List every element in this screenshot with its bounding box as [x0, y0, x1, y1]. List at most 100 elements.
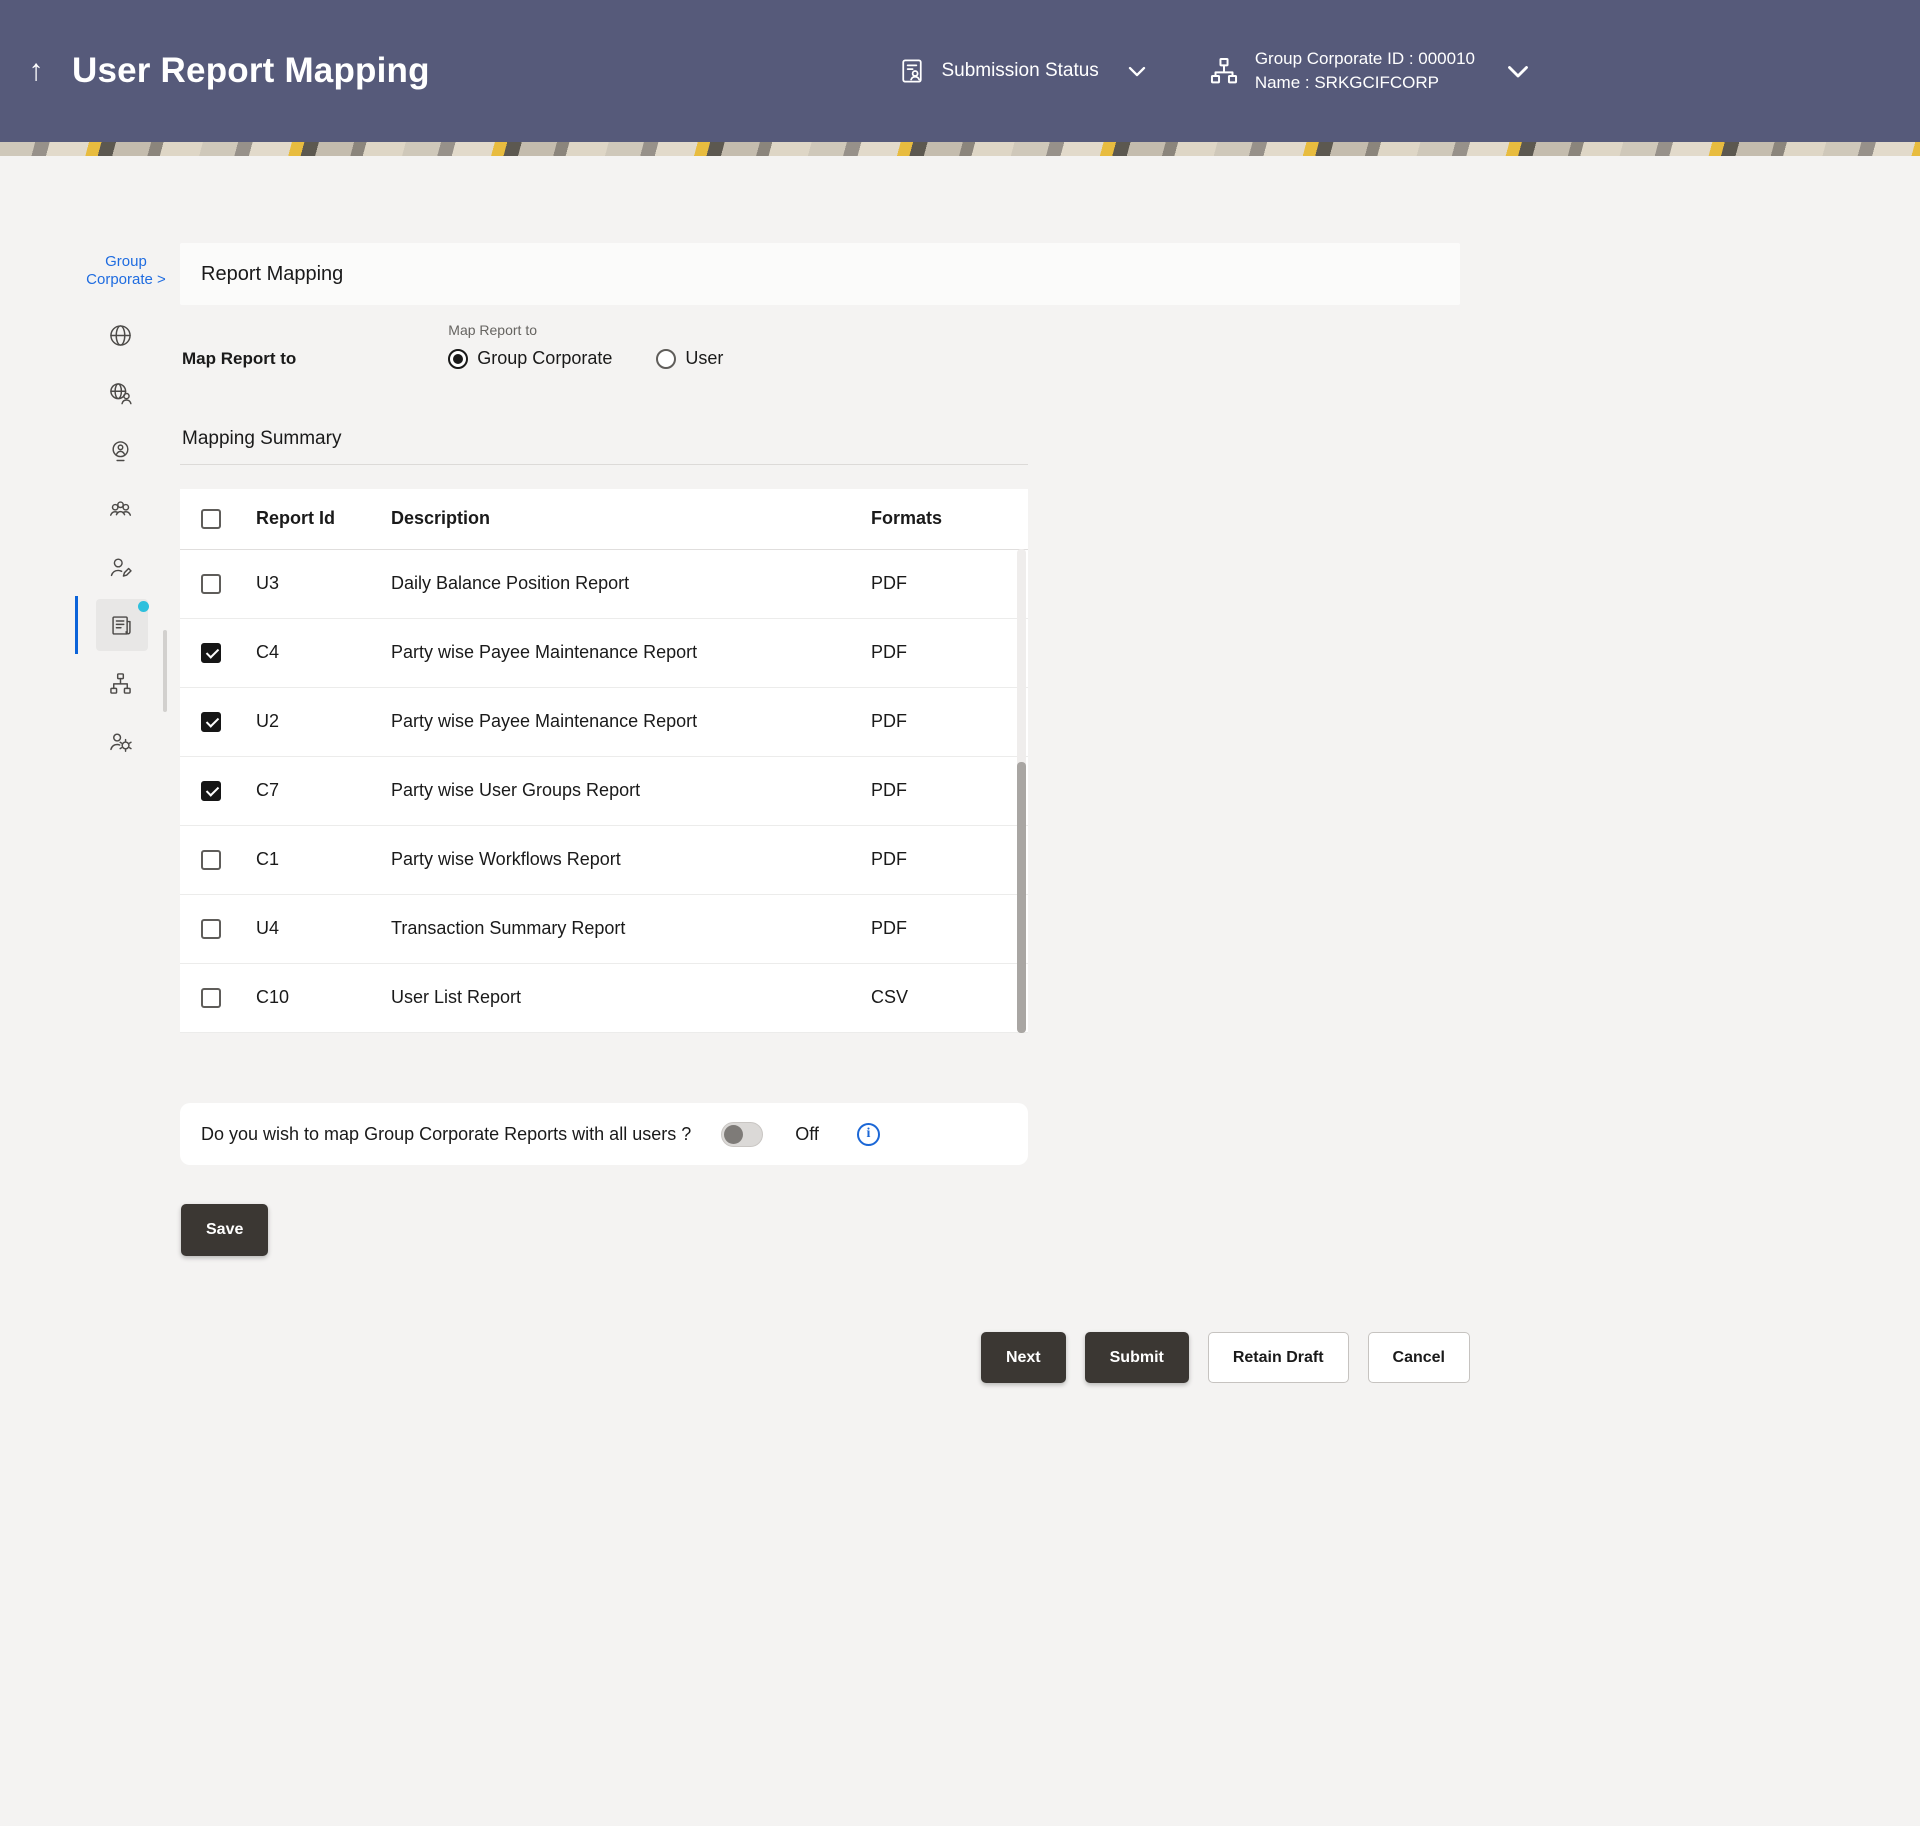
row-report-id: C7 — [256, 756, 391, 825]
map-report-radio-user[interactable] — [656, 349, 676, 369]
globe-icon — [94, 309, 146, 361]
submission-status-label: Submission Status — [941, 60, 1098, 82]
submit-button[interactable]: Submit — [1085, 1332, 1189, 1383]
select-all-checkbox[interactable] — [201, 509, 221, 529]
map-all-users-toggle[interactable] — [721, 1122, 763, 1147]
table-row: U3 Daily Balance Position Report PDF — [180, 549, 1028, 618]
map-all-users-question: Do you wish to map Group Corporate Repor… — [201, 1124, 691, 1145]
sidebar-scrollbar[interactable] — [163, 630, 167, 712]
row-format: PDF — [871, 894, 1028, 963]
row-checkbox[interactable] — [201, 643, 221, 663]
row-report-id: U4 — [256, 894, 391, 963]
table-row: C4 Party wise Payee Maintenance Report P… — [180, 618, 1028, 687]
breadcrumb[interactable]: Group Corporate > — [78, 253, 174, 289]
row-report-id: U2 — [256, 687, 391, 756]
row-format: CSV — [871, 963, 1028, 1032]
decorative-banner — [0, 142, 1920, 156]
radio-option-user[interactable]: User — [656, 348, 723, 369]
mapping-summary-table-container: Report Id Description Formats U3 Daily B… — [180, 489, 1028, 1033]
info-icon[interactable]: i — [857, 1123, 880, 1146]
group-corporate-menu[interactable]: Group Corporate ID : 000010 Name : SRKGC… — [1207, 47, 1535, 95]
row-description: User List Report — [391, 963, 871, 1032]
footer-actions: Next Submit Retain Draft Cancel — [180, 1332, 1470, 1383]
chevron-down-icon — [1123, 57, 1151, 85]
page-title: User Report Mapping — [72, 51, 430, 91]
sidebar-item-user-details[interactable] — [75, 422, 165, 480]
next-button[interactable]: Next — [981, 1332, 1066, 1383]
map-report-to-section: Map Report to Map Report to Group Corpor… — [182, 322, 1030, 369]
back-arrow-icon[interactable]: ↑ — [18, 54, 54, 88]
panel-title: Report Mapping — [201, 263, 343, 286]
submission-status-icon — [897, 56, 927, 86]
retain-draft-button[interactable]: Retain Draft — [1208, 1332, 1349, 1383]
radio-group-label: Map Report to — [448, 322, 723, 338]
row-description: Party wise Payee Maintenance Report — [391, 687, 871, 756]
table-row: C10 User List Report CSV — [180, 963, 1028, 1032]
table-row: U2 Party wise Payee Maintenance Report P… — [180, 687, 1028, 756]
sidebar-item-global[interactable] — [75, 306, 165, 364]
row-report-id: C10 — [256, 963, 391, 1032]
row-format: PDF — [871, 549, 1028, 618]
chevron-down-icon — [1501, 54, 1535, 88]
row-report-id: C4 — [256, 618, 391, 687]
table-header-row: Report Id Description Formats — [180, 489, 1028, 549]
row-format: PDF — [871, 687, 1028, 756]
radio-label: User — [685, 348, 723, 369]
row-checkbox[interactable] — [201, 574, 221, 594]
row-format: PDF — [871, 756, 1028, 825]
app-header: ↑ User Report Mapping Submission Status — [0, 0, 1920, 142]
row-checkbox[interactable] — [201, 988, 221, 1008]
sidebar-item-user-groups[interactable] — [75, 480, 165, 538]
row-checkbox[interactable] — [201, 712, 221, 732]
mapping-summary-title: Mapping Summary — [180, 428, 1028, 465]
sidebar-item-group-admin[interactable] — [75, 712, 165, 770]
report-mapping-panel-header: Report Mapping — [180, 243, 1460, 305]
table-scrollbar-thumb[interactable] — [1017, 762, 1026, 1033]
cancel-button[interactable]: Cancel — [1368, 1332, 1470, 1383]
row-description: Transaction Summary Report — [391, 894, 871, 963]
group-corporate-id: Group Corporate ID : 000010 — [1255, 47, 1475, 71]
map-report-to-label: Map Report to — [182, 349, 296, 369]
sidebar-item-workflow[interactable] — [75, 654, 165, 712]
row-checkbox[interactable] — [201, 781, 221, 801]
sidebar-item-report-mapping[interactable] — [75, 596, 165, 654]
row-checkbox[interactable] — [201, 919, 221, 939]
table-row: C7 Party wise User Groups Report PDF — [180, 756, 1028, 825]
group-corporate-name: Name : SRKGCIFCORP — [1255, 71, 1475, 95]
column-header-formats: Formats — [871, 489, 1028, 549]
page: ↑ User Report Mapping Submission Status — [0, 0, 1920, 1826]
sidebar-item-user-management[interactable] — [75, 538, 165, 596]
workflow-icon — [94, 657, 146, 709]
map-report-to-radio-group: Group Corporate User — [448, 348, 723, 369]
toggle-knob — [724, 1125, 743, 1144]
submission-status-menu[interactable]: Submission Status — [897, 56, 1150, 86]
table-scrollbar[interactable] — [1017, 549, 1026, 1033]
active-notification-dot — [138, 601, 149, 612]
save-button[interactable]: Save — [181, 1204, 268, 1256]
users-settings-icon — [94, 715, 146, 767]
user-group-icon — [94, 483, 146, 535]
row-report-id: C1 — [256, 825, 391, 894]
table-row: C1 Party wise Workflows Report PDF — [180, 825, 1028, 894]
radio-option-group-corporate[interactable]: Group Corporate — [448, 348, 612, 369]
org-chart-icon — [1207, 54, 1241, 88]
row-format: PDF — [871, 825, 1028, 894]
row-description: Party wise Workflows Report — [391, 825, 871, 894]
map-all-users-card: Do you wish to map Group Corporate Repor… — [180, 1103, 1028, 1165]
user-spotlight-icon — [94, 425, 146, 477]
user-edit-icon — [94, 541, 146, 593]
row-description: Daily Balance Position Report — [391, 549, 871, 618]
radio-label: Group Corporate — [477, 348, 612, 369]
globe-user-icon — [94, 367, 146, 419]
mapping-summary-table: Report Id Description Formats U3 Daily B… — [180, 489, 1028, 1033]
row-report-id: U3 — [256, 549, 391, 618]
row-checkbox[interactable] — [201, 850, 221, 870]
sidebar-item-party[interactable] — [75, 364, 165, 422]
row-description: Party wise User Groups Report — [391, 756, 871, 825]
column-header-report-id: Report Id — [256, 489, 391, 549]
sidebar-icon-menu — [75, 306, 165, 770]
map-report-radio-group-corporate[interactable] — [448, 349, 468, 369]
toggle-state-label: Off — [795, 1124, 819, 1145]
row-description: Party wise Payee Maintenance Report — [391, 618, 871, 687]
report-table-body: U3 Daily Balance Position Report PDF C4 … — [180, 549, 1028, 1032]
